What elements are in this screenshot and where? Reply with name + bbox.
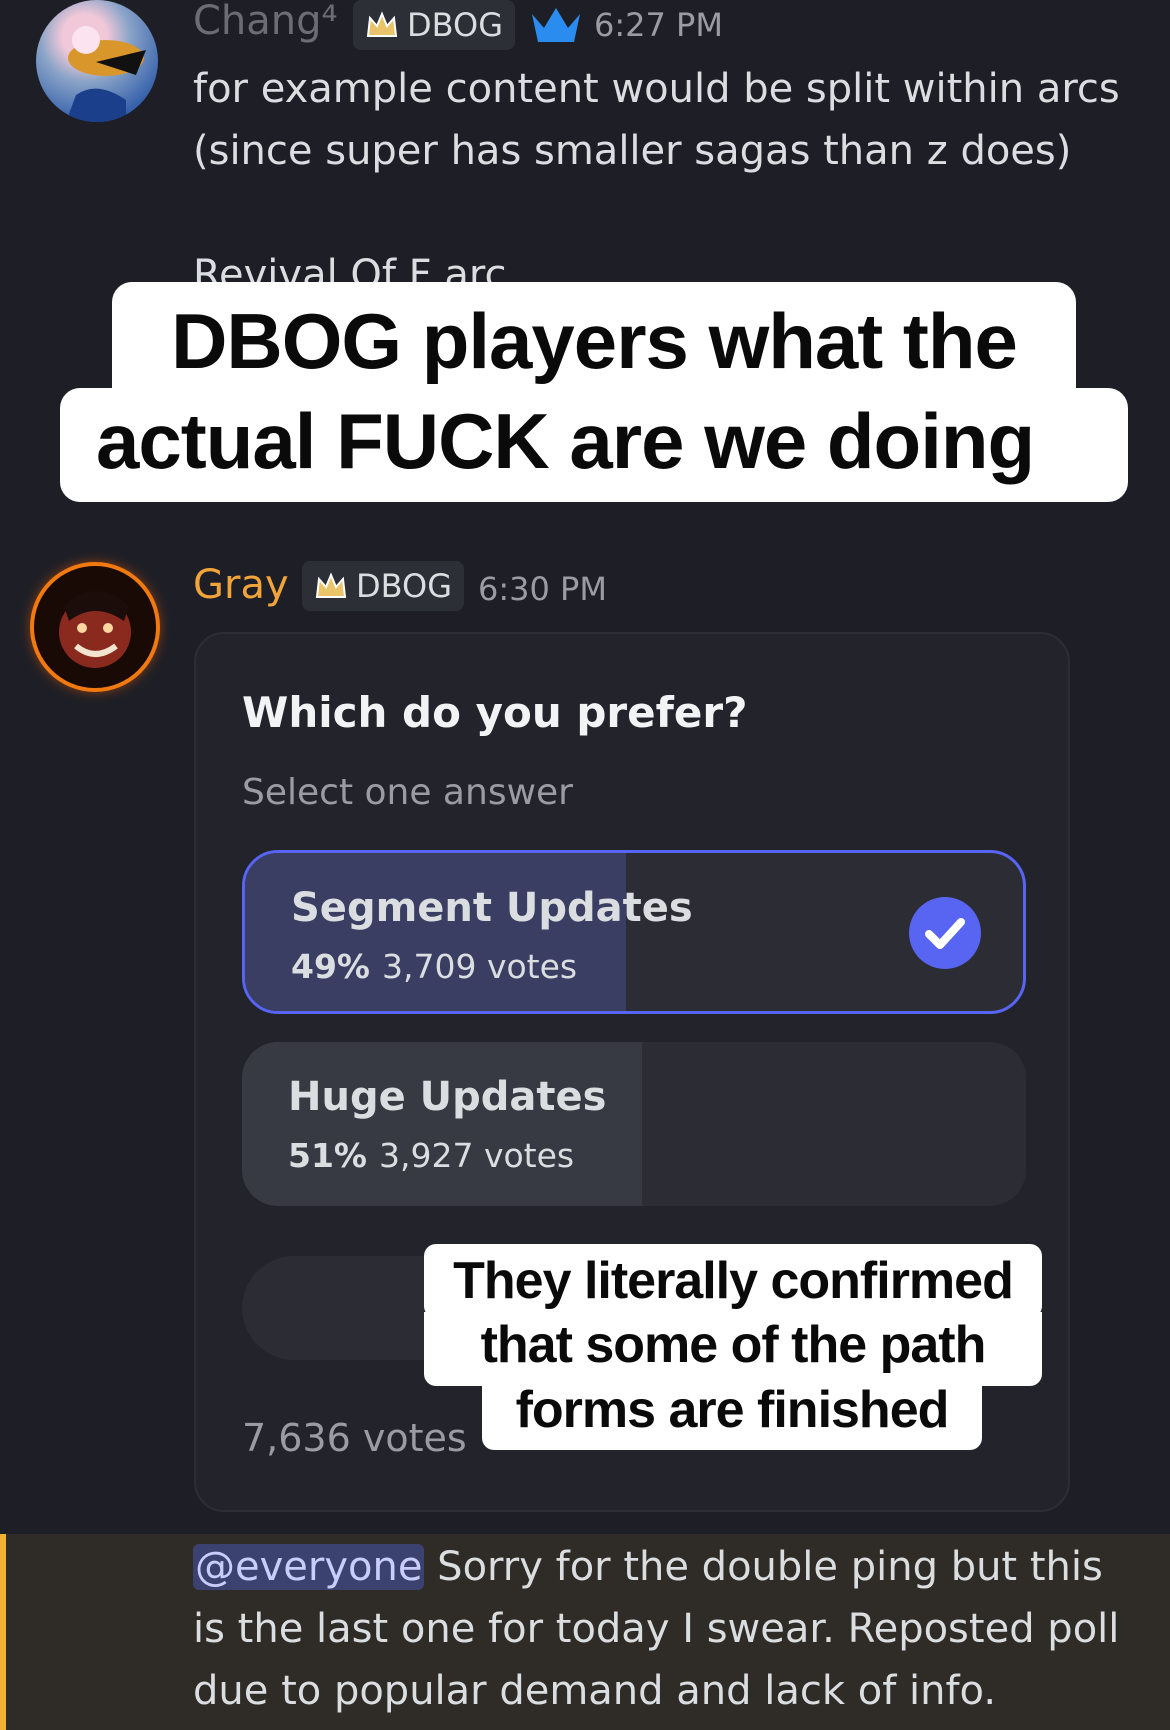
poll-option-stats: 51% 3,927 votes: [288, 1136, 574, 1175]
message-line: (since super has smaller sagas than z do…: [193, 128, 1072, 174]
avatar-chang[interactable]: [36, 0, 158, 122]
poll-option-segment-updates[interactable]: Segment Updates 49% 3,709 votes: [242, 850, 1026, 1014]
poll-option-votes: 3,927 votes: [379, 1136, 575, 1175]
mention-highlight-bar: [0, 1534, 6, 1730]
crown-tag-icon: [366, 11, 398, 37]
avatar-art-icon: [66, 26, 146, 122]
everyone-mention[interactable]: @everyone: [193, 1544, 425, 1590]
poll-option-percent: 49%: [291, 947, 370, 986]
caption-mid-line3: forms are finished: [482, 1380, 982, 1450]
poll-question: Which do you prefer?: [242, 688, 748, 737]
poll-instruction: Select one answer: [242, 772, 573, 813]
tag-label: DBOG: [356, 567, 453, 605]
poll-option-label: Huge Updates: [288, 1074, 607, 1120]
server-tag-dbog: DBOG: [353, 0, 516, 50]
timestamp: 6:27 PM: [594, 6, 723, 44]
poll-footer: 7,636 votes •: [242, 1416, 509, 1460]
message-line: for example content would be split withi…: [193, 66, 1120, 112]
caption-mid-line2: that some of the path: [424, 1312, 1042, 1386]
selected-check-icon: [909, 897, 981, 973]
timestamp: 6:30 PM: [478, 570, 607, 608]
poll-option-label: Segment Updates: [291, 885, 693, 931]
crown-tag-icon: [315, 572, 347, 598]
poll-option-huge-updates[interactable]: Huge Updates 51% 3,927 votes: [242, 1042, 1026, 1206]
vote-share-bar: [245, 853, 627, 1011]
avatar-art-icon: [59, 591, 131, 668]
message-line: @everyone Sorry for the double ping but …: [193, 1536, 1103, 1598]
message-line: due to popular demand and lack of info.: [193, 1668, 997, 1714]
server-tag-dbog: DBOG: [302, 561, 465, 611]
poll-option-percent: 51%: [288, 1136, 367, 1175]
avatar-gray[interactable]: [34, 566, 156, 688]
tag-label: DBOG: [407, 6, 504, 44]
message-line: is the last one for today I swear. Repos…: [193, 1606, 1120, 1652]
poll-option-stats: 49% 3,709 votes: [291, 947, 577, 986]
vote-share-bar: [242, 1042, 642, 1206]
caption-top-line2: actual FUCK are we doing: [60, 388, 1128, 502]
poll-total-votes: 7,636 votes: [242, 1416, 467, 1460]
author-name-gray[interactable]: Gray: [193, 562, 289, 608]
author-name-chang[interactable]: Chang⁴: [193, 0, 338, 44]
caption-mid-line1: They literally confirmed: [424, 1244, 1042, 1318]
message-text: Sorry for the double ping but this: [437, 1544, 1103, 1590]
crown-badge-icon: [528, 4, 584, 48]
poll-option-votes: 3,709 votes: [382, 947, 578, 986]
